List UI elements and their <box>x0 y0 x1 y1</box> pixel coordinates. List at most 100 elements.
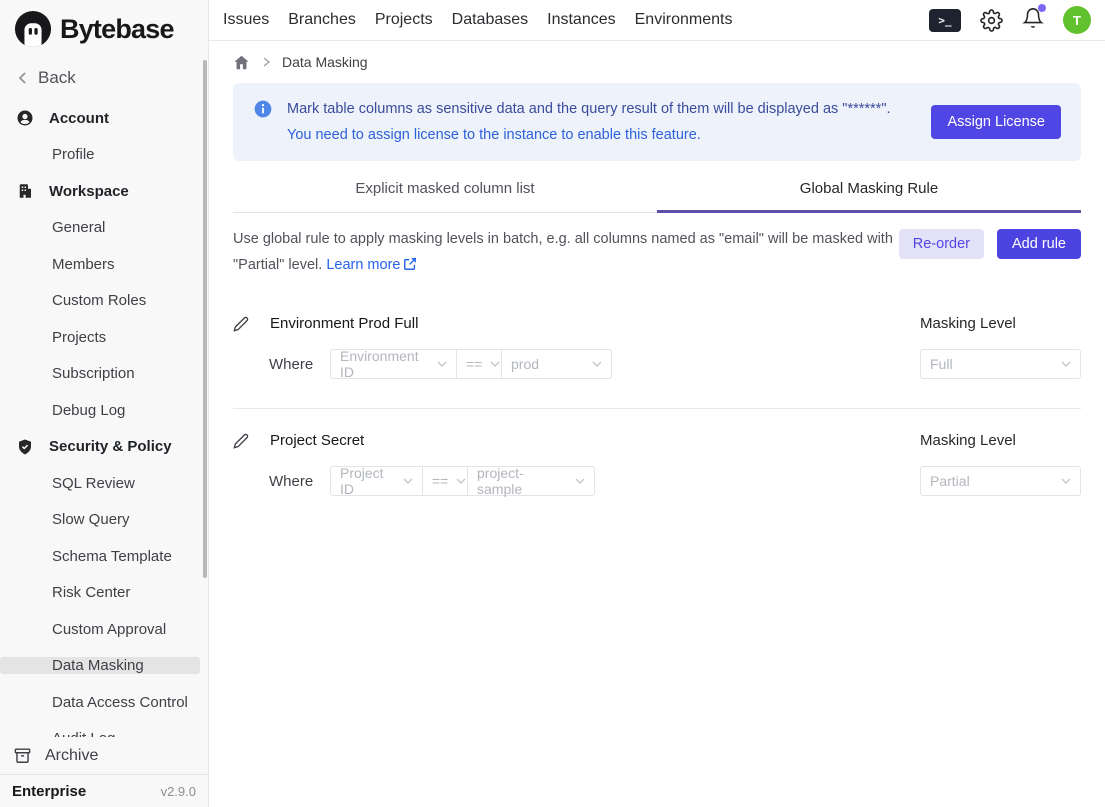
sidebar-nav: Account Profile Workspace General Member… <box>0 94 208 757</box>
sidebar-scrollbar[interactable] <box>203 60 207 578</box>
masking-level-label: Masking Level <box>920 315 1081 332</box>
assign-license-button[interactable]: Assign License <box>931 105 1061 139</box>
building-icon <box>16 182 34 200</box>
sidebar-item-sql-review[interactable]: SQL Review <box>0 475 135 492</box>
chevron-left-icon <box>16 71 30 85</box>
nav-item-databases[interactable]: Databases <box>452 11 529 29</box>
condition-operator-select[interactable]: == <box>422 466 468 496</box>
condition-value: project-sample <box>477 465 567 497</box>
sidebar-item-slow-query[interactable]: Slow Query <box>0 511 130 528</box>
gear-icon[interactable] <box>980 9 1003 32</box>
back-label: Back <box>38 68 76 88</box>
chevron-down-icon <box>592 361 602 367</box>
sidebar-item-risk-center[interactable]: Risk Center <box>0 584 130 601</box>
condition-operator-select[interactable]: == <box>456 349 502 379</box>
shield-icon <box>16 438 34 456</box>
sidebar-item-custom-approval[interactable]: Custom Approval <box>0 621 166 638</box>
nav-icons: >_ T <box>929 6 1091 34</box>
top-navbar: Issues Branches Projects Databases Insta… <box>209 0 1105 41</box>
condition-value-select[interactable]: project-sample <box>467 466 595 496</box>
masking-level-label: Masking Level <box>920 432 1081 449</box>
condition-operator-value: == <box>466 356 482 372</box>
nav-item-instances[interactable]: Instances <box>547 11 615 29</box>
sidebar-section-security-policy: Security & Policy <box>0 429 208 466</box>
sidebar: Bytebase Back Account Profile Workspace … <box>0 0 209 807</box>
edit-pencil-icon[interactable] <box>233 316 249 332</box>
sql-editor-icon[interactable]: >_ <box>929 9 961 32</box>
info-icon <box>253 99 273 119</box>
masking-level-select[interactable]: Partial <box>920 466 1081 496</box>
condition-field-value: Environment ID <box>340 348 429 380</box>
chevron-down-icon <box>575 478 585 484</box>
banner-sub-message: You need to assign license to the instan… <box>287 122 915 148</box>
masking-rules-list: Environment Prod Full Masking Level Wher… <box>233 315 1081 525</box>
nav-links: Issues Branches Projects Databases Insta… <box>223 11 732 29</box>
add-rule-button[interactable]: Add rule <box>997 229 1081 259</box>
external-link-icon <box>403 257 417 271</box>
chevron-down-icon <box>1061 478 1071 484</box>
nav-item-issues[interactable]: Issues <box>223 11 269 29</box>
condition-field-select[interactable]: Environment ID <box>330 349 457 379</box>
sidebar-item-debug-log[interactable]: Debug Log <box>0 402 125 419</box>
sidebar-item-custom-roles[interactable]: Custom Roles <box>0 292 146 309</box>
notification-dot <box>1038 4 1046 12</box>
avatar[interactable]: T <box>1063 6 1091 34</box>
notification-bell[interactable] <box>1022 7 1044 33</box>
learn-more-label: Learn more <box>326 257 400 273</box>
rule-section-header: Use global rule to apply masking levels … <box>233 226 1081 278</box>
banner-text: Mark table columns as sensitive data and… <box>287 96 915 148</box>
condition-operator-value: == <box>432 473 448 489</box>
tab-explicit-masked-column-list[interactable]: Explicit masked column list <box>233 180 657 213</box>
sidebar-item-profile[interactable]: Profile <box>0 146 95 163</box>
sidebar-item-data-masking[interactable]: Data Masking <box>0 657 200 674</box>
sidebar-item-projects[interactable]: Projects <box>0 329 106 346</box>
archive-label: Archive <box>45 747 98 765</box>
sidebar-item-data-access-control[interactable]: Data Access Control <box>0 694 188 711</box>
sidebar-item-general[interactable]: General <box>0 219 105 236</box>
edit-pencil-icon[interactable] <box>233 433 249 449</box>
where-label: Where <box>269 356 330 373</box>
condition-value: prod <box>511 356 539 372</box>
sidebar-item-members[interactable]: Members <box>0 256 115 273</box>
sidebar-section-account: Account <box>0 100 208 137</box>
chevron-down-icon <box>1061 361 1071 367</box>
sidebar-item-subscription[interactable]: Subscription <box>0 365 135 382</box>
nav-item-environments[interactable]: Environments <box>635 11 733 29</box>
section-label: Workspace <box>49 183 129 200</box>
chevron-down-icon <box>490 361 500 367</box>
tab-global-masking-rule[interactable]: Global Masking Rule <box>657 180 1081 213</box>
rule-description: Use global rule to apply masking levels … <box>233 226 895 278</box>
condition-value-select[interactable]: prod <box>501 349 612 379</box>
sidebar-item-archive[interactable]: Archive <box>0 737 208 774</box>
rule-title: Project Secret <box>270 432 364 449</box>
section-label: Account <box>49 110 109 127</box>
version-label: v2.9.0 <box>161 784 196 799</box>
brand-logo[interactable]: Bytebase <box>0 0 208 54</box>
breadcrumb: Data Masking <box>233 42 1081 82</box>
user-icon <box>16 109 34 127</box>
condition-field-select[interactable]: Project ID <box>330 466 423 496</box>
rule-header-buttons: Re-order Add rule <box>899 226 1081 278</box>
masking-rule-card: Environment Prod Full Masking Level Wher… <box>233 315 1081 408</box>
home-icon[interactable] <box>233 54 250 71</box>
masking-level-select[interactable]: Full <box>920 349 1081 379</box>
masking-rule-card: Project Secret Masking Level Where Proje… <box>233 408 1081 525</box>
reorder-button[interactable]: Re-order <box>899 229 984 259</box>
main-content: Data Masking Mark table columns as sensi… <box>209 41 1105 807</box>
plan-label: Enterprise <box>12 783 86 800</box>
bytebase-logo-icon <box>14 10 52 48</box>
section-label: Security & Policy <box>49 438 172 455</box>
archive-icon <box>13 746 32 765</box>
sidebar-item-schema-template[interactable]: Schema Template <box>0 548 172 565</box>
breadcrumb-current: Data Masking <box>282 54 368 70</box>
learn-more-link[interactable]: Learn more <box>326 257 417 273</box>
brand-name: Bytebase <box>60 14 174 45</box>
nav-item-projects[interactable]: Projects <box>375 11 433 29</box>
condition-group: Environment ID == prod <box>330 349 612 379</box>
back-button[interactable]: Back <box>0 54 208 94</box>
nav-item-branches[interactable]: Branches <box>288 11 356 29</box>
info-banner: Mark table columns as sensitive data and… <box>233 83 1081 161</box>
where-label: Where <box>269 473 330 490</box>
chevron-down-icon <box>403 478 413 484</box>
condition-field-value: Project ID <box>340 465 395 497</box>
